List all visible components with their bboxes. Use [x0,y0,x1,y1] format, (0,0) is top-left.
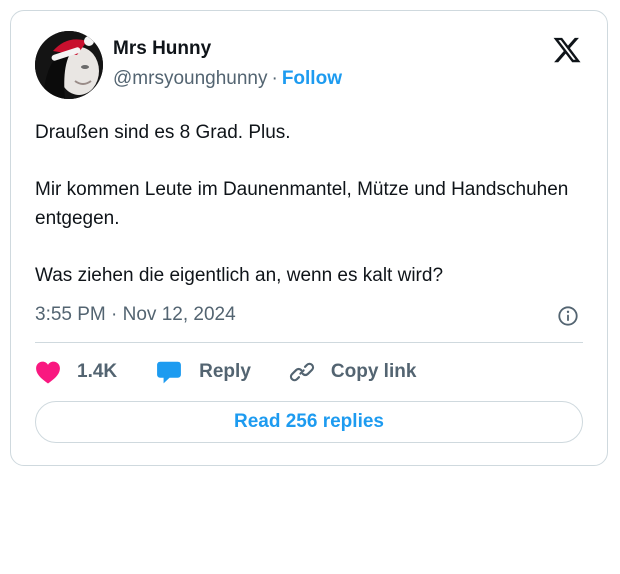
reply-label: Reply [199,361,251,382]
tweet-paragraph: Mir kommen Leute im Daunenmantel, Mütze … [35,179,569,229]
heart-icon [36,361,60,384]
action-bar: 1.4K Reply Copy link [35,357,416,387]
like-button[interactable]: 1.4K [35,360,117,384]
timestamp[interactable]: 3:55 PM · Nov 12, 2024 [35,304,236,325]
author-block: Mrs Hunny @mrsyounghunny · Follow [113,37,342,91]
follow-button[interactable]: Follow [282,68,342,89]
like-count: 1.4K [77,361,118,382]
x-logo-icon[interactable] [551,35,583,65]
tweet-header: Mrs Hunny @mrsyounghunny · Follow [35,31,583,103]
tweet-paragraph: Was ziehen die eigentlich an, wenn es ka… [35,264,444,286]
separator-dot: · [271,68,278,89]
speech-bubble-icon [157,361,182,384]
tweet-paragraph: Draußen sind es 8 Grad. Plus. [35,122,291,143]
reply-button[interactable]: Reply [155,359,251,385]
info-icon[interactable] [557,305,579,327]
avatar[interactable] [35,31,103,99]
author-handle[interactable]: @mrsyounghunny [113,68,267,89]
handle-row: @mrsyounghunny · Follow [113,67,342,91]
tweet-card: Mrs Hunny @mrsyounghunny · Follow Draußen … [10,10,608,466]
avatar-image [35,31,103,99]
tweet-meta: 3:55 PM · Nov 12, 2024 [35,301,583,329]
link-icon [289,362,314,382]
copy-link-button[interactable]: Copy link [289,359,417,385]
author-name[interactable]: Mrs Hunny [113,37,342,61]
read-replies-button[interactable]: Read 256 replies [35,401,583,443]
copy-link-label: Copy link [330,361,417,382]
divider [35,342,583,343]
tweet-text: Draußen sind es 8 Grad. Plus. Mir kommen… [35,119,585,290]
